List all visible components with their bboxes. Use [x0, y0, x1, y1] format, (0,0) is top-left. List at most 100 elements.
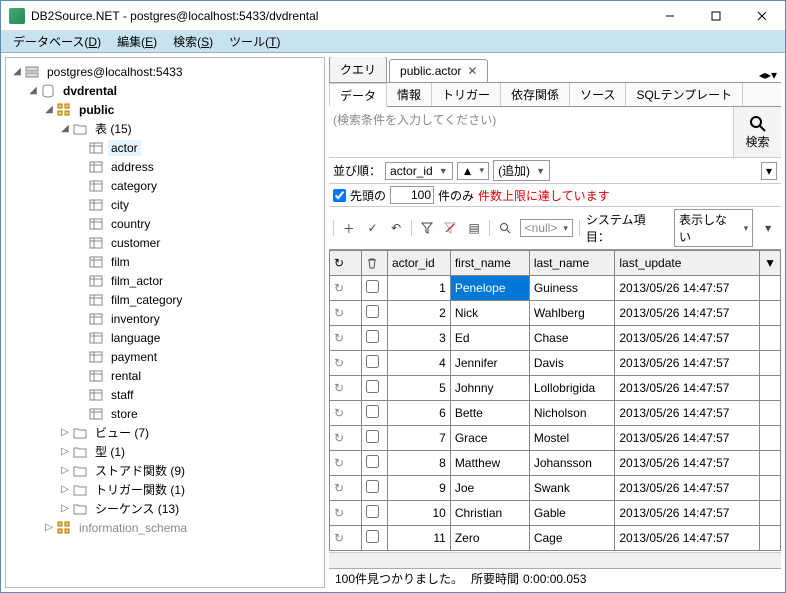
cell-last-update[interactable]: 2013/05/26 14:47:57 — [615, 476, 760, 501]
tab-table-actor[interactable]: public.actor✕ — [389, 59, 488, 82]
cell-first-name[interactable]: Joe — [450, 476, 529, 501]
tree-table-film[interactable]: film — [6, 252, 324, 271]
row-checkbox[interactable] — [362, 401, 388, 426]
cell-last-update[interactable]: 2013/05/26 14:47:57 — [615, 401, 760, 426]
tree-table-payment[interactable]: payment — [6, 347, 324, 366]
menu-tool[interactable]: ツール(T) — [221, 31, 288, 52]
tree-server[interactable]: ◢postgres@localhost:5433 — [6, 62, 324, 81]
cell-last-update[interactable]: 2013/05/26 14:47:57 — [615, 451, 760, 476]
tree-info-schema[interactable]: ▷information_schema — [6, 518, 324, 537]
tree-views-folder[interactable]: ▷ビュー (7) — [6, 423, 324, 442]
cell-last-update[interactable]: 2013/05/26 14:47:57 — [615, 276, 760, 301]
cell-last-name[interactable]: Chase — [529, 326, 615, 351]
row-checkbox[interactable] — [362, 376, 388, 401]
tree-table-country[interactable]: country — [6, 214, 324, 233]
row-refresh-button[interactable]: ↻ — [330, 501, 362, 526]
cell-actor-id[interactable]: 5 — [388, 376, 451, 401]
horizontal-scrollbar[interactable] — [329, 552, 781, 568]
tree-table-film_actor[interactable]: film_actor — [6, 271, 324, 290]
cell-actor-id[interactable]: 9 — [388, 476, 451, 501]
tree-table-customer[interactable]: customer — [6, 233, 324, 252]
cell-last-name[interactable]: Swank — [529, 476, 615, 501]
row-refresh-button[interactable]: ↻ — [330, 401, 362, 426]
expander-icon[interactable]: ▷ — [58, 446, 72, 457]
cell-last-update[interactable]: 2013/05/26 14:47:57 — [615, 351, 760, 376]
table-row[interactable]: ↻6BetteNicholson2013/05/26 14:47:57 — [330, 401, 781, 426]
row-header-delete[interactable] — [362, 251, 388, 276]
cell-last-name[interactable]: Nicholson — [529, 401, 615, 426]
system-cols-select[interactable]: 表示しない▾ — [674, 209, 753, 247]
tree-table-rental[interactable]: rental — [6, 366, 324, 385]
col-overflow[interactable]: ▼ — [760, 251, 781, 276]
search-button[interactable]: 検索 — [733, 107, 781, 157]
table-row[interactable]: ↻2NickWahlberg2013/05/26 14:47:57 — [330, 301, 781, 326]
close-icon[interactable]: ✕ — [467, 64, 477, 78]
filter-button[interactable] — [418, 219, 436, 237]
sort-add-select[interactable]: (追加)▼ — [493, 160, 550, 181]
col-header-first_name[interactable]: first_name — [450, 251, 529, 276]
subtab-1[interactable]: 情報 — [387, 83, 432, 106]
cell-actor-id[interactable]: 10 — [388, 501, 451, 526]
tree-table-category[interactable]: category — [6, 176, 324, 195]
row-header-refresh[interactable]: ↻ — [330, 251, 362, 276]
cell-last-name[interactable]: Cage — [529, 526, 615, 551]
maximize-button[interactable] — [693, 1, 739, 31]
row-refresh-button[interactable]: ↻ — [330, 426, 362, 451]
data-grid-wrap[interactable]: ↻actor_idfirst_namelast_namelast_update▼… — [329, 250, 781, 552]
row-refresh-button[interactable]: ↻ — [330, 476, 362, 501]
tree-database[interactable]: ◢dvdrental — [6, 81, 324, 100]
cell-first-name[interactable]: Penelope — [450, 276, 529, 301]
cell-last-name[interactable]: Davis — [529, 351, 615, 376]
row-checkbox[interactable] — [362, 526, 388, 551]
cell-first-name[interactable]: Johnny — [450, 376, 529, 401]
cell-actor-id[interactable]: 11 — [388, 526, 451, 551]
cell-actor-id[interactable]: 8 — [388, 451, 451, 476]
table-row[interactable]: ↻4JenniferDavis2013/05/26 14:47:57 — [330, 351, 781, 376]
row-refresh-button[interactable]: ↻ — [330, 526, 362, 551]
row-refresh-button[interactable]: ↻ — [330, 451, 362, 476]
cell-first-name[interactable]: Bette — [450, 401, 529, 426]
subtab-5[interactable]: SQLテンプレート — [626, 83, 743, 106]
tree-table-staff[interactable]: staff — [6, 385, 324, 404]
tree-funcs-folder[interactable]: ▷ストアド関数 (9) — [6, 461, 324, 480]
row-checkbox[interactable] — [362, 501, 388, 526]
row-checkbox[interactable] — [362, 326, 388, 351]
tree-table-store[interactable]: store — [6, 404, 324, 423]
sort-direction-select[interactable]: ▲▾ — [457, 162, 489, 180]
object-tree[interactable]: ◢postgres@localhost:5433◢dvdrental◢publi… — [6, 58, 324, 587]
limit-checkbox[interactable] — [333, 189, 346, 202]
col-header-last_update[interactable]: last_update — [615, 251, 760, 276]
row-checkbox[interactable] — [362, 276, 388, 301]
cell-first-name[interactable]: Ed — [450, 326, 529, 351]
cell-actor-id[interactable]: 7 — [388, 426, 451, 451]
row-checkbox[interactable] — [362, 426, 388, 451]
table-row[interactable]: ↻10ChristianGable2013/05/26 14:47:57 — [330, 501, 781, 526]
sort-column-select[interactable]: actor_id▼ — [385, 162, 453, 180]
subtab-2[interactable]: トリガー — [432, 83, 501, 106]
table-row[interactable]: ↻7GraceMostel2013/05/26 14:47:57 — [330, 426, 781, 451]
row-checkbox[interactable] — [362, 301, 388, 326]
row-refresh-button[interactable]: ↻ — [330, 326, 362, 351]
cell-first-name[interactable]: Jennifer — [450, 351, 529, 376]
null-display-select[interactable]: <null>▾ — [520, 219, 573, 237]
search-input[interactable]: (検索条件を入力してください) — [329, 107, 733, 157]
expander-icon[interactable]: ▷ — [58, 484, 72, 495]
col-header-last_name[interactable]: last_name — [529, 251, 615, 276]
row-checkbox[interactable] — [362, 476, 388, 501]
cell-last-name[interactable]: Lollobrigida — [529, 376, 615, 401]
filter-clear-button[interactable] — [442, 219, 460, 237]
menu-search[interactable]: 検索(S) — [165, 31, 221, 52]
tab-query[interactable]: クエリ — [329, 57, 387, 82]
cell-actor-id[interactable]: 3 — [388, 326, 451, 351]
cell-actor-id[interactable]: 1 — [388, 276, 451, 301]
table-row[interactable]: ↻5JohnnyLollobrigida2013/05/26 14:47:57 — [330, 376, 781, 401]
cell-first-name[interactable]: Matthew — [450, 451, 529, 476]
tree-schema[interactable]: ◢public — [6, 100, 324, 119]
export-button[interactable]: ▤ — [465, 219, 483, 237]
sort-overflow[interactable]: ▾ — [761, 162, 777, 180]
row-refresh-button[interactable]: ↻ — [330, 276, 362, 301]
subtab-3[interactable]: 依存関係 — [501, 83, 570, 106]
expander-icon[interactable]: ◢ — [58, 123, 72, 134]
tree-table-actor[interactable]: actor — [6, 138, 324, 157]
revert-button[interactable]: ↶ — [387, 219, 405, 237]
